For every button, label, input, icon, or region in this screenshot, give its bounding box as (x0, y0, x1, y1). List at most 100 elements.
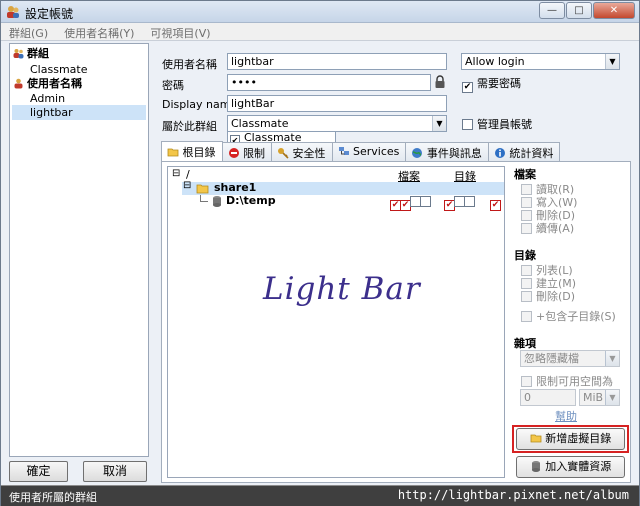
watermark-text: Light Bar (263, 271, 421, 307)
login-select-value: Allow login (465, 55, 525, 68)
tree-users-header[interactable]: 使用者名稱 (13, 76, 82, 91)
empty-checkbox-icon (462, 119, 473, 130)
tab-events-label: 事件與訊息 (426, 147, 482, 160)
password-input[interactable]: •••• (227, 74, 431, 91)
chevron-down-icon[interactable]: ▼ (605, 351, 619, 366)
ok-button[interactable]: 確定 (9, 461, 68, 482)
add-virtual-directory-button[interactable]: 新增虛擬目錄 (516, 428, 625, 450)
perm-delete-dir-label: 刪除(D) (536, 290, 576, 303)
empty-checkbox-icon (521, 376, 532, 387)
group-label: 屬於此群組 (162, 120, 217, 133)
perm-delete-dir[interactable]: 刪除(D) (521, 288, 575, 304)
empty-checkbox-icon (420, 196, 431, 207)
menu-group[interactable]: 群組(G) (1, 23, 56, 40)
perm-subdirs[interactable]: +包含子目錄(S) (521, 308, 616, 324)
table-row[interactable]: D:\temp ✔ ✔ ✔ ✔ (198, 194, 505, 211)
group-select-value: Classmate (231, 117, 289, 130)
path-name: D:\temp (226, 194, 276, 207)
perm-subdirs-label: +包含子目錄(S) (536, 310, 616, 323)
close-button[interactable]: ✕ (593, 2, 635, 19)
tab-services[interactable]: Services (331, 142, 407, 161)
tab-statistics[interactable]: 統計資料 (487, 142, 561, 161)
chevron-down-icon[interactable]: ▼ (605, 54, 619, 69)
misc-section-title: 雜項 (514, 337, 536, 350)
virtual-directory-tree[interactable]: ⊟ / 檔案 目錄 ⊟ share1 D:\temp ✔ ✔ ✔ ✔ (167, 166, 505, 478)
folder-icon (196, 184, 209, 194)
users-app-icon (7, 6, 19, 18)
chevron-down-icon[interactable]: ▼ (605, 390, 619, 405)
empty-checkbox-icon (521, 311, 532, 322)
add-virtual-directory-label: 新增虛擬目錄 (545, 432, 612, 445)
dirs-section-title: 目錄 (514, 249, 536, 262)
perm-append-label: 續傳(A) (536, 222, 575, 235)
add-physical-resource-button[interactable]: 加入實體資源 (516, 456, 625, 478)
group-icon (13, 49, 24, 59)
folder-icon (167, 148, 179, 157)
folder-icon (530, 434, 542, 443)
tree-connector (200, 195, 208, 202)
tab-strip: 根目錄 限制 安全性 Services 事件與訊息 統計資料 (161, 141, 561, 162)
hidden-files-select[interactable]: 忽略隱藏檔 ▼ (520, 350, 620, 367)
menu-view[interactable]: 可視項目(V) (142, 23, 218, 40)
globe-icon (412, 148, 423, 158)
hidden-files-value: 忽略隱藏檔 (524, 352, 579, 365)
add-physical-resource-label: 加入實體資源 (545, 460, 612, 473)
files-section-title: 檔案 (514, 168, 536, 181)
account-settings-window: 設定帳號 — □ ✕ 群組(G) 使用者名稱(Y) 可視項目(V) 群組 Cla… (0, 0, 640, 506)
display-name-input[interactable]: lightBar (227, 95, 447, 112)
require-password-checkbox[interactable]: ✔ 需要密碼 (462, 75, 521, 93)
tab-statistics-label: 統計資料 (509, 147, 554, 160)
user-icon (14, 78, 23, 89)
limit-space-checkbox[interactable]: 限制可用空間為 (521, 373, 613, 389)
status-text: 使用者所屬的群組 (9, 491, 97, 504)
tree-item-user-selected[interactable]: lightbar (12, 105, 146, 120)
username-label: 使用者名稱 (162, 58, 217, 71)
tab-events[interactable]: 事件與訊息 (405, 142, 489, 161)
password-label: 密碼 (162, 79, 184, 92)
tree-item-user[interactable]: Admin (30, 91, 65, 106)
tab-services-label: Services (353, 145, 400, 158)
dir-permission-boxes[interactable]: ✔ (444, 195, 479, 211)
title-bar: 設定帳號 — □ ✕ (1, 1, 639, 23)
tree-groups-label: 群組 (27, 47, 49, 60)
tab-security[interactable]: 安全性 (271, 142, 333, 161)
admin-checkbox[interactable]: 管理員帳號 (462, 116, 532, 132)
minimize-button[interactable]: — (539, 2, 565, 19)
display-name-label: Display name (162, 98, 238, 111)
checkmark-icon: ✔ (462, 82, 473, 93)
tab-limits[interactable]: 限制 (221, 142, 272, 161)
tree-groups-header[interactable]: 群組 (13, 46, 49, 61)
file-permission-boxes[interactable]: ✔ ✔ (390, 195, 435, 211)
network-icon (338, 147, 349, 155)
admin-label: 管理員帳號 (477, 118, 532, 131)
empty-checkbox-icon (521, 223, 532, 234)
require-password-label: 需要密碼 (477, 77, 521, 90)
account-tree[interactable]: 群組 Classmate 使用者名稱 Admin lightbar (9, 43, 149, 457)
chevron-down-icon[interactable]: ▼ (432, 116, 446, 131)
subdir-permission-box[interactable]: ✔ (490, 195, 505, 211)
info-icon (494, 148, 505, 158)
drive-icon (531, 461, 540, 472)
window-title: 設定帳號 (25, 7, 74, 21)
tab-root[interactable]: 根目錄 (161, 141, 223, 162)
share-name: share1 (214, 181, 257, 194)
login-select[interactable]: Allow login ▼ (461, 53, 620, 70)
key-icon (278, 148, 289, 159)
limit-space-input[interactable]: 0 (520, 389, 576, 406)
perm-append[interactable]: 續傳(A) (521, 220, 574, 236)
perm-check-icon: ✔ (490, 200, 501, 211)
collapse-toggle-icon[interactable]: ⊟ (172, 168, 180, 179)
cancel-button[interactable]: 取消 (83, 461, 147, 482)
unit-select[interactable]: MiB ▼ (579, 389, 620, 406)
maximize-button[interactable]: □ (566, 2, 592, 19)
tree-item-group[interactable]: Classmate (30, 62, 87, 77)
drive-icon (213, 196, 221, 207)
collapse-toggle-icon[interactable]: ⊟ (183, 180, 191, 191)
group-select[interactable]: Classmate ▼ (227, 115, 447, 132)
limit-space-label: 限制可用空間為 (536, 375, 613, 388)
empty-checkbox-icon (464, 196, 475, 207)
lock-icon[interactable] (434, 75, 446, 89)
help-link[interactable]: 幫助 (555, 408, 577, 424)
menu-username[interactable]: 使用者名稱(Y) (56, 23, 142, 40)
username-input[interactable]: lightbar (227, 53, 447, 70)
